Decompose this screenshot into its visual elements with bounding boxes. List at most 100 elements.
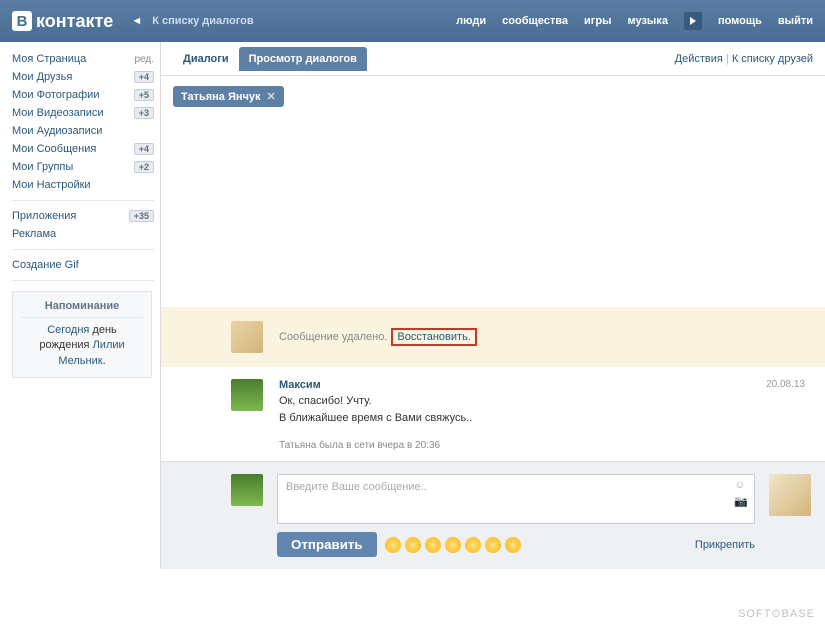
- sidebar-item-gif[interactable]: Создание Gif: [12, 256, 160, 274]
- nav-communities[interactable]: сообщества: [502, 15, 568, 27]
- sidebar-item-ads[interactable]: Реклама: [12, 225, 160, 243]
- nav-logout[interactable]: выйти: [778, 15, 813, 27]
- compose-area: Введите Ваше сообщение.. ☺ 📷 Отправить: [161, 461, 825, 569]
- message-line: Ок, спасибо! Учту.: [279, 393, 805, 410]
- textarea-icons: ☺ 📷: [734, 479, 748, 508]
- sidebar-badge: +4: [134, 143, 154, 155]
- emoji-row: [385, 537, 521, 553]
- avatar[interactable]: [231, 321, 263, 353]
- nav-music[interactable]: музыка: [627, 15, 667, 27]
- play-button[interactable]: [684, 12, 702, 30]
- back-to-dialogs-link[interactable]: К списку диалогов: [152, 15, 253, 27]
- sidebar-item-photos[interactable]: Мои Фотографии +5: [12, 86, 160, 104]
- send-button[interactable]: Отправить: [277, 532, 377, 557]
- messages-area: Сообщение удалено. Восстановить. 20.08.1…: [161, 307, 825, 461]
- logo[interactable]: В контакте: [12, 11, 113, 32]
- sidebar-badge: +4: [134, 71, 154, 83]
- restore-link[interactable]: Восстановить.: [397, 331, 471, 343]
- emoji-icon[interactable]: [445, 537, 461, 553]
- emoji-icon[interactable]: [405, 537, 421, 553]
- sidebar-label: Реклама: [12, 228, 56, 240]
- compose-bottom: Отправить Прикрепить: [277, 532, 755, 557]
- sidebar-label: Создание Gif: [12, 259, 79, 271]
- sidebar-item-audio[interactable]: Мои Аудиозаписи: [12, 122, 160, 140]
- sidebar-label: Мои Видеозаписи: [12, 107, 104, 119]
- smile-icon[interactable]: ☺: [734, 479, 748, 491]
- attach-link[interactable]: Прикрепить: [695, 539, 755, 551]
- nav-people[interactable]: люди: [456, 15, 486, 27]
- sidebar-badge: +35: [129, 210, 154, 222]
- sidebar-item-my-page[interactable]: Моя Страница ред.: [12, 50, 160, 68]
- deleted-text: Сообщение удалено.: [279, 331, 387, 343]
- placeholder-text: Введите Ваше сообщение..: [286, 481, 427, 493]
- content: Диалоги Просмотр диалогов Действия | К с…: [160, 42, 825, 569]
- message-line: В ближайшее время с Вами свяжусь..: [279, 410, 805, 427]
- sidebar-label: Приложения: [12, 210, 76, 222]
- sidebar-item-settings[interactable]: Мои Настройки: [12, 176, 160, 194]
- avatar[interactable]: [769, 474, 811, 516]
- sidebar-label: Мои Аудиозаписи: [12, 125, 102, 137]
- sidebar-item-friends[interactable]: Мои Друзья +4: [12, 68, 160, 86]
- avatar[interactable]: [231, 379, 263, 411]
- message-row: 20.08.13 Максим Ок, спасибо! Учту. В бли…: [161, 367, 825, 430]
- logo-icon: В: [12, 11, 32, 31]
- message-date: 20.08.13: [766, 379, 805, 390]
- right-actions: Действия | К списку друзей: [675, 53, 813, 65]
- sidebar-badge: +5: [134, 89, 154, 101]
- close-icon[interactable]: ✕: [267, 90, 276, 103]
- tab-view-dialogs[interactable]: Просмотр диалогов: [239, 47, 367, 71]
- sidebar-label: Мои Группы: [12, 161, 73, 173]
- camera-icon[interactable]: 📷: [734, 495, 748, 508]
- emoji-icon[interactable]: [485, 537, 501, 553]
- nav-help[interactable]: помощь: [718, 15, 762, 27]
- actions-link[interactable]: Действия: [675, 53, 723, 65]
- emoji-icon[interactable]: [385, 537, 401, 553]
- emoji-icon[interactable]: [465, 537, 481, 553]
- play-icon: [690, 17, 696, 25]
- message-text: Ок, спасибо! Учту. В ближайшее время с В…: [279, 393, 805, 426]
- sidebar-label: Мои Настройки: [12, 179, 91, 191]
- reminder-today-link[interactable]: Сегодня: [47, 324, 89, 336]
- deleted-message-row: Сообщение удалено. Восстановить.: [161, 307, 825, 367]
- chevron-left-icon: ◄: [131, 15, 142, 27]
- reminder-dot: .: [103, 355, 106, 367]
- friends-list-link[interactable]: К списку друзей: [732, 53, 813, 65]
- sidebar-label: Моя Страница: [12, 53, 86, 65]
- emoji-icon[interactable]: [425, 537, 441, 553]
- nav-games[interactable]: игры: [584, 15, 611, 27]
- header: В контакте ◄ К списку диалогов люди сооб…: [0, 0, 825, 42]
- divider: [12, 280, 154, 281]
- divider: [12, 249, 154, 250]
- conversation-name: Татьяна Янчук: [181, 91, 261, 103]
- conversation-tag-row: Татьяна Янчук ✕: [161, 76, 825, 117]
- message-input[interactable]: Введите Ваше сообщение.. ☺ 📷: [277, 474, 755, 524]
- emoji-icon[interactable]: [505, 537, 521, 553]
- tab-dialogs[interactable]: Диалоги: [173, 47, 239, 71]
- sep: |: [723, 53, 732, 65]
- sidebar-item-messages[interactable]: Мои Сообщения +4: [12, 140, 160, 158]
- sidebar-badge: +2: [134, 161, 154, 173]
- sidebar-label: Мои Сообщения: [12, 143, 96, 155]
- sidebar-item-apps[interactable]: Приложения +35: [12, 207, 160, 225]
- watermark: SOFT⊙BASE: [738, 607, 815, 620]
- online-status: Татьяна была в сети вчера в 20:36: [161, 430, 825, 461]
- message-body: 20.08.13 Максим Ок, спасибо! Учту. В бли…: [279, 379, 805, 426]
- reminder-box: Напоминание Сегодня день рождения Лилии …: [12, 291, 152, 378]
- reminder-body: Сегодня день рождения Лилии Мельник.: [21, 323, 143, 369]
- message-author[interactable]: Максим: [279, 379, 321, 391]
- conversation-tag[interactable]: Татьяна Янчук ✕: [173, 86, 284, 107]
- sidebar-item-groups[interactable]: Мои Группы +2: [12, 158, 160, 176]
- reminder-title: Напоминание: [21, 300, 143, 318]
- sidebar-badge: +3: [134, 107, 154, 119]
- main-container: Моя Страница ред. Мои Друзья +4 Мои Фото…: [0, 42, 825, 569]
- sidebar: Моя Страница ред. Мои Друзья +4 Мои Фото…: [0, 42, 160, 569]
- sidebar-label: Мои Друзья: [12, 71, 72, 83]
- sidebar-item-videos[interactable]: Мои Видеозаписи +3: [12, 104, 160, 122]
- tabs-row: Диалоги Просмотр диалогов Действия | К с…: [161, 42, 825, 76]
- top-nav: люди сообщества игры музыка помощь выйти: [456, 12, 813, 30]
- logo-text: контакте: [36, 11, 113, 32]
- restore-highlight: Восстановить.: [391, 328, 477, 346]
- avatar[interactable]: [231, 474, 263, 506]
- sidebar-edit-link[interactable]: ред.: [134, 54, 154, 65]
- compose-main: Введите Ваше сообщение.. ☺ 📷 Отправить: [277, 474, 755, 557]
